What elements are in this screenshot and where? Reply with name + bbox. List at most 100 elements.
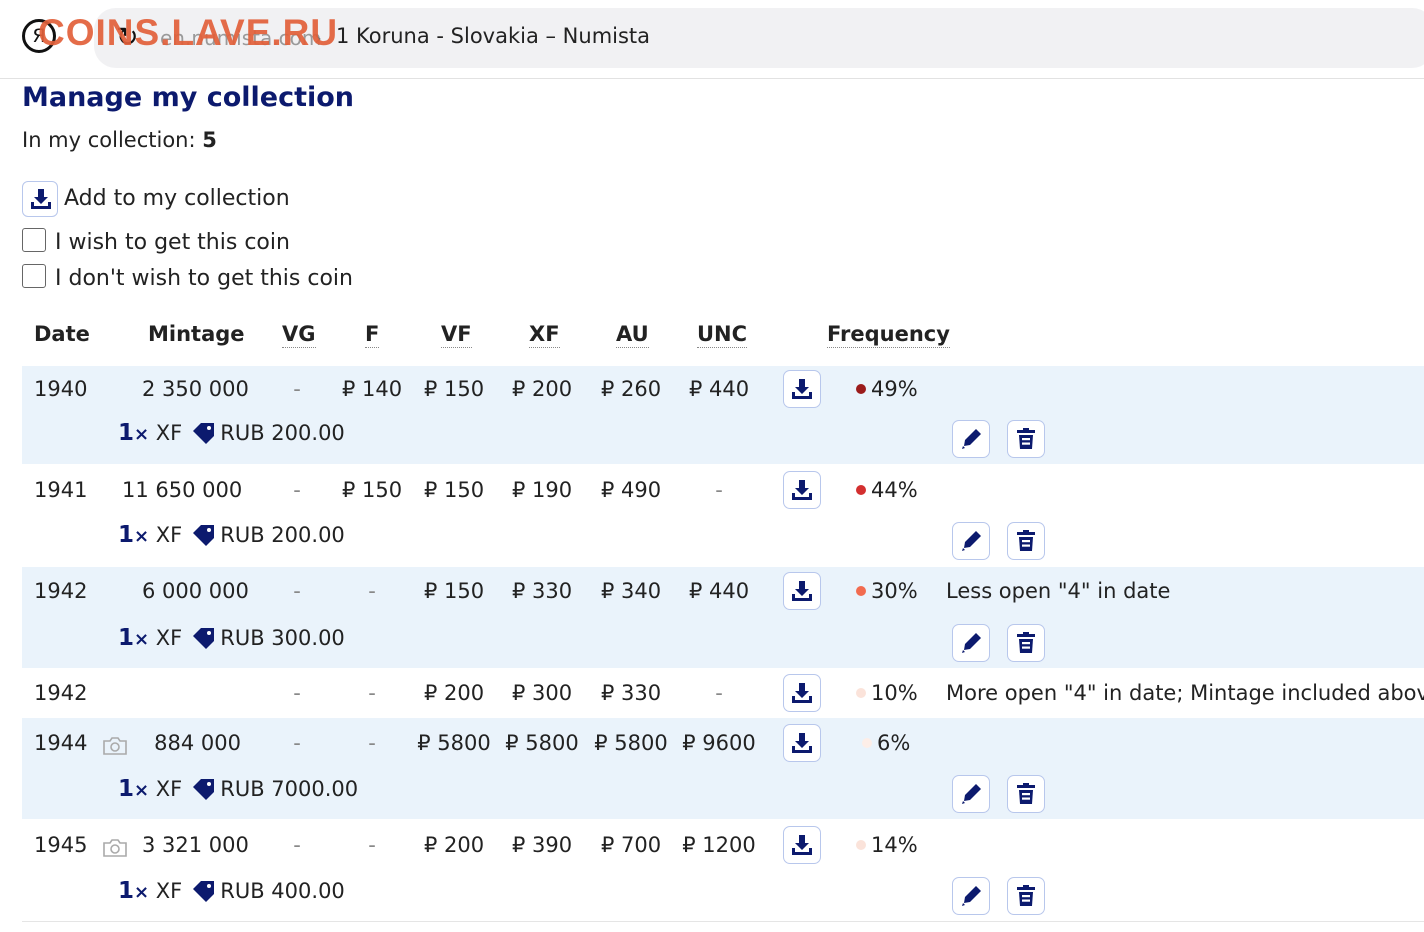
cell-au: ₽ 340: [600, 579, 662, 603]
delete-item-button[interactable]: [1007, 624, 1045, 662]
cell-au: ₽ 5800: [594, 731, 668, 755]
cell-xf: ₽ 300: [511, 681, 573, 705]
owned-price: RUB 300.00: [220, 626, 345, 650]
pencil-icon: [962, 784, 981, 804]
frequency-dot: [856, 840, 866, 850]
add-to-collection-button[interactable]: [22, 181, 58, 217]
page-title[interactable]: 1 Koruna - Slovakia – Numista: [336, 24, 650, 48]
header-au[interactable]: AU: [616, 322, 649, 348]
cell-date[interactable]: 1940: [34, 377, 87, 401]
download-tray-icon: [792, 480, 812, 500]
header-unc[interactable]: UNC: [697, 322, 748, 348]
cell-date[interactable]: 1945: [34, 833, 87, 857]
pencil-icon: [962, 633, 981, 653]
header-mintage[interactable]: Mintage: [148, 322, 245, 346]
cell-unc: -: [715, 681, 723, 705]
owned-price: RUB 400.00: [220, 879, 345, 903]
header-vf[interactable]: VF: [441, 322, 472, 348]
cell-f: -: [368, 579, 376, 603]
cell-mintage: 2 350 000: [142, 377, 249, 401]
edit-item-button[interactable]: [952, 877, 990, 915]
header-frequency[interactable]: Frequency: [827, 322, 950, 348]
cell-vg: -: [293, 377, 301, 401]
cell-au: ₽ 260: [600, 377, 662, 401]
trash-icon: [1017, 428, 1035, 449]
owned-multiplier: ×: [134, 882, 150, 903]
nowish-checkbox[interactable]: [22, 264, 46, 288]
cell-f: -: [368, 681, 376, 705]
trash-icon: [1017, 783, 1035, 804]
frequency-value: 49%: [871, 377, 918, 401]
cell-vf: ₽ 200: [423, 681, 485, 705]
add-variant-button[interactable]: [783, 826, 821, 864]
frequency-value: 30%: [871, 579, 918, 603]
header-date[interactable]: Date: [34, 322, 90, 346]
owned-quantity: 1: [118, 522, 135, 548]
cell-date[interactable]: 1944: [34, 731, 87, 755]
cell-vf: ₽ 150: [423, 478, 485, 502]
wish-label[interactable]: I wish to get this coin: [55, 230, 290, 255]
cell-vf: ₽ 150: [423, 579, 485, 603]
price-tag-icon: [193, 881, 215, 902]
owned-grade: XF: [155, 421, 183, 445]
cell-f: -: [368, 731, 376, 755]
cell-date[interactable]: 1942: [34, 681, 87, 705]
cell-unc: ₽ 440: [688, 579, 750, 603]
camera-icon[interactable]: [102, 838, 128, 858]
camera-icon[interactable]: [102, 736, 128, 756]
header-f[interactable]: F: [365, 322, 380, 348]
collection-count: In my collection: 5: [22, 128, 217, 152]
owned-item: 1× XF RUB 300.00: [118, 625, 345, 651]
cell-comment: Less open "4" in date: [946, 579, 1171, 603]
browser-toolbar: Я ↻ en.numista.com › 1 Koruna - Slovakia…: [0, 0, 1424, 79]
edit-item-button[interactable]: [952, 522, 990, 560]
owned-multiplier: ×: [134, 424, 150, 445]
add-variant-button[interactable]: [783, 674, 821, 712]
owned-item: 1× XF RUB 7000.00: [118, 776, 358, 802]
table-header: Date Mintage VG F VF XF AU UNC Frequency: [22, 322, 1424, 366]
watermark: COINS.LAVE.RU: [38, 12, 339, 53]
frequency-dot: [856, 688, 866, 698]
owned-price: RUB 200.00: [220, 421, 345, 445]
price-tag-icon: [193, 779, 215, 800]
add-variant-button[interactable]: [783, 471, 821, 509]
add-variant-button[interactable]: [783, 724, 821, 762]
add-variant-button[interactable]: [783, 370, 821, 408]
header-vg[interactable]: VG: [282, 322, 316, 348]
collection-count-value: 5: [202, 128, 217, 152]
edit-item-button[interactable]: [952, 624, 990, 662]
edit-item-button[interactable]: [952, 775, 990, 813]
delete-item-button[interactable]: [1007, 877, 1045, 915]
cell-unc: ₽ 440: [688, 377, 750, 401]
cell-frequency: 6%: [862, 731, 910, 755]
trash-icon: [1017, 632, 1035, 653]
delete-item-button[interactable]: [1007, 522, 1045, 560]
download-tray-icon: [792, 581, 812, 601]
header-xf[interactable]: XF: [529, 322, 560, 348]
cell-mintage: 3 321 000: [142, 833, 249, 857]
table-row: 1942 6 000 000 - - ₽ 150 ₽ 330 ₽ 340 ₽ 4…: [22, 567, 1424, 668]
cell-frequency: 44%: [856, 478, 918, 502]
cell-mintage: 11 650 000: [122, 478, 243, 502]
cell-date[interactable]: 1942: [34, 579, 87, 603]
cell-vf: ₽ 150: [423, 377, 485, 401]
cell-vf: ₽ 200: [423, 833, 485, 857]
table-bottom-border: [22, 921, 1424, 922]
cell-date[interactable]: 1941: [34, 478, 87, 502]
delete-item-button[interactable]: [1007, 775, 1045, 813]
add-to-collection-label[interactable]: Add to my collection: [64, 186, 290, 211]
cell-xf: ₽ 200: [511, 377, 573, 401]
nowish-label[interactable]: I don't wish to get this coin: [55, 266, 353, 291]
edit-item-button[interactable]: [952, 420, 990, 458]
frequency-value: 10%: [871, 681, 918, 705]
delete-item-button[interactable]: [1007, 420, 1045, 458]
download-tray-icon: [792, 379, 812, 399]
cell-unc: ₽ 9600: [682, 731, 756, 755]
download-tray-icon: [792, 683, 812, 703]
cell-vf: ₽ 5800: [417, 731, 491, 755]
cell-vg: -: [293, 579, 301, 603]
price-tag-icon: [193, 423, 215, 444]
owned-item: 1× XF RUB 400.00: [118, 878, 345, 904]
add-variant-button[interactable]: [783, 572, 821, 610]
wish-checkbox[interactable]: [22, 228, 46, 252]
